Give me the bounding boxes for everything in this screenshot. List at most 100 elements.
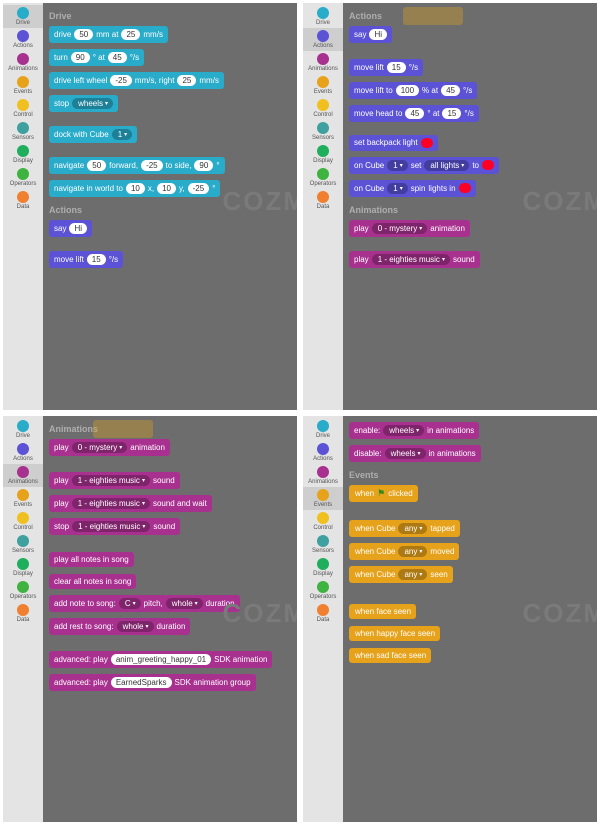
category-control[interactable]: Control <box>3 510 43 533</box>
block-on-cube-spin[interactable]: on Cube1spinlights in <box>349 180 476 197</box>
block-say-q1[interactable]: sayHi <box>49 220 92 237</box>
category-sensors[interactable]: Sensors <box>303 533 343 556</box>
panel-q1: Drive Actions Animations Events Control Senso… <box>3 3 297 410</box>
category-dot-icon <box>317 512 329 524</box>
block-when-cube-moved[interactable]: when Cubeanymoved <box>349 543 459 560</box>
category-dot-icon <box>17 512 29 524</box>
category-control[interactable]: Control <box>303 510 343 533</box>
block-play-sound-wait[interactable]: play1 - eighties musicsound and wait <box>49 495 212 512</box>
block-add-rest[interactable]: add rest to song:wholeduration <box>49 618 190 635</box>
block-move-head[interactable]: move head to45° at15°/s <box>349 105 479 122</box>
block-drive-left-wheel[interactable]: drive left wheel-25mm/s, right25mm/s <box>49 72 224 89</box>
category-events[interactable]: Events <box>3 487 43 510</box>
block-when-sad-face[interactable]: when sad face seen <box>349 648 431 663</box>
category-animations[interactable]: Animations <box>3 51 43 74</box>
block-advanced-anim[interactable]: advanced: playanim_greeting_happy_01SDK … <box>49 651 272 668</box>
block-when-face-seen[interactable]: when face seen <box>349 604 416 619</box>
category-label: Animations <box>308 479 338 485</box>
category-dot-icon <box>17 30 29 42</box>
block-when-flag-clicked[interactable]: when⚑clicked <box>349 485 418 502</box>
category-drive[interactable]: Drive <box>3 418 43 441</box>
category-actions[interactable]: Actions <box>3 28 43 51</box>
category-drive[interactable]: Drive <box>303 5 343 28</box>
category-dot-icon <box>17 53 29 65</box>
category-label: Control <box>313 525 332 531</box>
category-label: Events <box>314 502 332 508</box>
block-when-happy-face[interactable]: when happy face seen <box>349 626 440 641</box>
block-move-lift-to[interactable]: move lift to100% at45°/s <box>349 82 477 99</box>
canvas-q2: COZM Actions sayHi move lift15°/s move l… <box>343 3 597 410</box>
block-stop[interactable]: stopwheels <box>49 95 118 112</box>
panel-q4: Drive Actions Animations Events Control Senso… <box>303 416 597 823</box>
block-advanced-anim-group[interactable]: advanced: playEarnedSparksSDK animation … <box>49 674 256 691</box>
dropdown-wheels[interactable]: wheels <box>72 98 113 109</box>
category-display[interactable]: Display <box>3 143 43 166</box>
block-move-lift-q2[interactable]: move lift15°/s <box>349 59 423 76</box>
block-when-cube-tapped[interactable]: when Cubeanytapped <box>349 520 460 537</box>
block-clear-all-notes[interactable]: clear all notes in song <box>49 574 136 589</box>
block-navigate[interactable]: navigate50forward,-25to side,90° <box>49 157 225 174</box>
category-label: Actions <box>13 43 33 49</box>
block-disable-anim[interactable]: disable:wheelsin animations <box>349 445 481 462</box>
block-play-all-notes[interactable]: play all notes in song <box>49 552 134 567</box>
category-display[interactable]: Display <box>303 556 343 579</box>
category-display[interactable]: Display <box>3 556 43 579</box>
category-dot-icon <box>317 7 329 19</box>
category-operators[interactable]: Operators <box>3 579 43 602</box>
block-set-backpack-light[interactable]: set backpack light <box>349 135 438 151</box>
block-enable-anim[interactable]: enable:wheelsin animations <box>349 422 479 439</box>
category-dot-icon <box>17 466 29 478</box>
category-actions[interactable]: Actions <box>303 28 343 51</box>
category-data[interactable]: Data <box>3 189 43 212</box>
category-dot-icon <box>317 558 329 570</box>
category-animations[interactable]: Animations <box>3 464 43 487</box>
block-dock[interactable]: dock with Cube1 <box>49 126 137 143</box>
category-control[interactable]: Control <box>303 97 343 120</box>
block-play-sound-q2[interactable]: play1 - eighties musicsound <box>349 251 480 268</box>
category-sensors[interactable]: Sensors <box>303 120 343 143</box>
block-when-cube-seen[interactable]: when Cubeanyseen <box>349 566 453 583</box>
category-sensors[interactable]: Sensors <box>3 120 43 143</box>
category-operators[interactable]: Operators <box>3 166 43 189</box>
block-drive[interactable]: drive50mm at25mm/s <box>49 26 168 43</box>
category-dot-icon <box>17 604 29 616</box>
flag-icon: ⚑ <box>377 488 385 499</box>
block-add-note[interactable]: add note to song:Cpitch,wholeduration <box>49 595 240 612</box>
color-swatch-red[interactable] <box>421 138 433 148</box>
category-events[interactable]: Events <box>3 74 43 97</box>
category-actions[interactable]: Actions <box>303 441 343 464</box>
block-play-sound-q3[interactable]: play1 - eighties musicsound <box>49 472 180 489</box>
category-label: Animations <box>308 66 338 72</box>
block-say-q2[interactable]: sayHi <box>349 26 392 43</box>
category-label: Events <box>14 89 32 95</box>
category-animations[interactable]: Animations <box>303 464 343 487</box>
category-label: Drive <box>316 433 330 439</box>
block-stop-sound[interactable]: stop1 - eighties musicsound <box>49 518 180 535</box>
category-drive[interactable]: Drive <box>3 5 43 28</box>
category-dot-icon <box>317 191 329 203</box>
category-control[interactable]: Control <box>3 97 43 120</box>
category-label: Sensors <box>12 135 34 141</box>
block-play-animation-q2[interactable]: play0 - mysteryanimation <box>349 220 470 237</box>
category-events[interactable]: Events <box>303 74 343 97</box>
block-move-lift-q1[interactable]: move lift15°/s <box>49 251 123 268</box>
category-sensors[interactable]: Sensors <box>3 533 43 556</box>
category-label: Drive <box>316 20 330 26</box>
category-display[interactable]: Display <box>303 143 343 166</box>
category-animations[interactable]: Animations <box>303 51 343 74</box>
category-data[interactable]: Data <box>3 602 43 625</box>
block-turn[interactable]: turn90° at45°/s <box>49 49 144 66</box>
category-actions[interactable]: Actions <box>3 441 43 464</box>
category-drive[interactable]: Drive <box>303 418 343 441</box>
block-on-cube-set[interactable]: on Cube1setall lightsto <box>349 157 499 174</box>
category-dot-icon <box>17 535 29 547</box>
category-operators[interactable]: Operators <box>303 579 343 602</box>
category-label: Data <box>17 617 30 623</box>
category-operators[interactable]: Operators <box>303 166 343 189</box>
block-navigate-world[interactable]: navigate in world to10x,10y,-25° <box>49 180 220 197</box>
category-events[interactable]: Events <box>303 487 343 510</box>
category-data[interactable]: Data <box>303 602 343 625</box>
category-data[interactable]: Data <box>303 189 343 212</box>
category-label: Display <box>13 158 33 164</box>
block-play-animation-q3[interactable]: play0 - mysteryanimation <box>49 439 170 456</box>
